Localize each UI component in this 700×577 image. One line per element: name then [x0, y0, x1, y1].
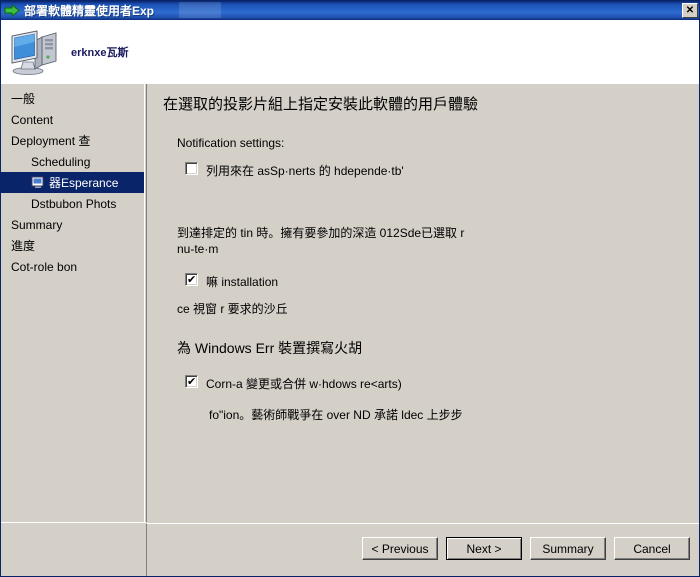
- checkbox-notify-label: 列用來在 asSp·nerts 的 hdepende·tb': [206, 164, 404, 178]
- wizard-body: 一般 Content Deployment 查 Scheduling 器Espe…: [1, 84, 699, 576]
- title-bar: 部署軟體精靈使用者Exp ✕: [1, 1, 699, 20]
- sidebar-item-label: Scheduling: [31, 154, 91, 169]
- wizard-footer: < Previous Next > Summary Cancel: [146, 523, 699, 576]
- notification-settings-label: Notification settings:: [177, 136, 285, 150]
- sidebar-item-general[interactable]: 一般: [1, 88, 144, 109]
- wizard-window: 部署軟體精靈使用者Exp ✕ erknxe瓦斯 一般 Content Deplo…: [0, 0, 700, 577]
- checkbox-install-label: 嘛 installation: [206, 275, 279, 289]
- next-button[interactable]: Next >: [446, 537, 522, 560]
- title-bar-sheen: [179, 2, 221, 18]
- checkbox-notify[interactable]: [185, 162, 198, 175]
- check-mark-icon: ✔: [187, 273, 197, 286]
- cancel-button[interactable]: Cancel: [614, 537, 690, 560]
- sidebar-item-esperance[interactable]: 器Esperance: [1, 172, 144, 193]
- sidebar-item-label: 器Esperance: [49, 175, 119, 190]
- wizard-content-pane: 在選取的投影片組上指定安裝此軟體的用戶體驗 Notification setti…: [146, 84, 699, 522]
- checkbox-row-commit[interactable]: ✔ Corn-a 變更或合併 w·hdows re<arts): [185, 375, 699, 392]
- checkbox-row-notify[interactable]: 列用來在 asSp·nerts 的 hdepende·tb': [185, 162, 699, 179]
- wizard-navigation-sidebar: 一般 Content Deployment 查 Scheduling 器Espe…: [1, 84, 145, 522]
- sidebar-item-label: 一般: [11, 91, 36, 106]
- checkbox-row-install[interactable]: ✔ 嘛 installation: [185, 273, 699, 290]
- header-caption: erknxe瓦斯: [71, 47, 129, 59]
- green-arrow-icon: [4, 4, 20, 17]
- close-button[interactable]: ✕: [682, 3, 698, 18]
- footer-left-strip: [1, 522, 146, 576]
- footer-button-row: < Previous Next > Summary Cancel: [362, 537, 690, 560]
- checkbox-commit[interactable]: ✔: [185, 375, 198, 388]
- sidebar-item-content[interactable]: Content: [1, 109, 144, 130]
- sidebar-item-label: Deployment 查: [11, 133, 91, 148]
- sidebar-item-label: 進度: [11, 238, 36, 253]
- sidebar-item-completion[interactable]: Cot-role bon: [1, 256, 144, 277]
- windows-embedded-heading: 為 Windows Err 裝置撰寫火胡: [177, 340, 363, 356]
- computer-icon: [9, 28, 63, 76]
- sidebar-item-label: Dstbubon Phots: [31, 196, 117, 211]
- check-mark-icon: ✔: [187, 375, 197, 388]
- sidebar-item-deployment[interactable]: Deployment 查: [1, 130, 144, 151]
- sidebar-item-label: Cot-role bon: [11, 259, 78, 274]
- page-title: 在選取的投影片組上指定安裝此軟體的用戶體驗: [163, 96, 479, 113]
- sidebar-item-label: Content: [11, 112, 54, 127]
- close-icon: ✕: [685, 4, 695, 16]
- sidebar-item-progress[interactable]: 進度: [1, 235, 144, 256]
- checkbox-install[interactable]: ✔: [185, 273, 198, 286]
- install-note: ce 視窗 r 要求的沙丘: [177, 302, 288, 316]
- checkbox-commit-label: Corn-a 變更或合併 w·hdows re<arts): [206, 377, 402, 391]
- commit-note: fo"ion。藝術師戰爭在 over ND 承諾 ldec 上步步: [209, 408, 463, 422]
- wizard-header: erknxe瓦斯: [1, 20, 699, 84]
- sidebar-item-summary[interactable]: Summary: [1, 214, 144, 235]
- previous-button[interactable]: < Previous: [362, 537, 438, 560]
- deployment-description-line-1: 到達排定的 tin 時。擁有要參加的深造 012Sde已選取 r: [177, 226, 465, 240]
- sidebar-item-scheduling[interactable]: Scheduling: [1, 151, 144, 172]
- sidebar-item-label: Summary: [11, 217, 63, 232]
- sidebar-item-distribution-points[interactable]: Dstbubon Phots: [1, 193, 144, 214]
- summary-button[interactable]: Summary: [530, 537, 606, 560]
- window-title: 部署軟體精靈使用者Exp: [24, 4, 155, 18]
- page-icon: [31, 176, 46, 189]
- deployment-description-line-2: nu-te·m: [177, 242, 219, 256]
